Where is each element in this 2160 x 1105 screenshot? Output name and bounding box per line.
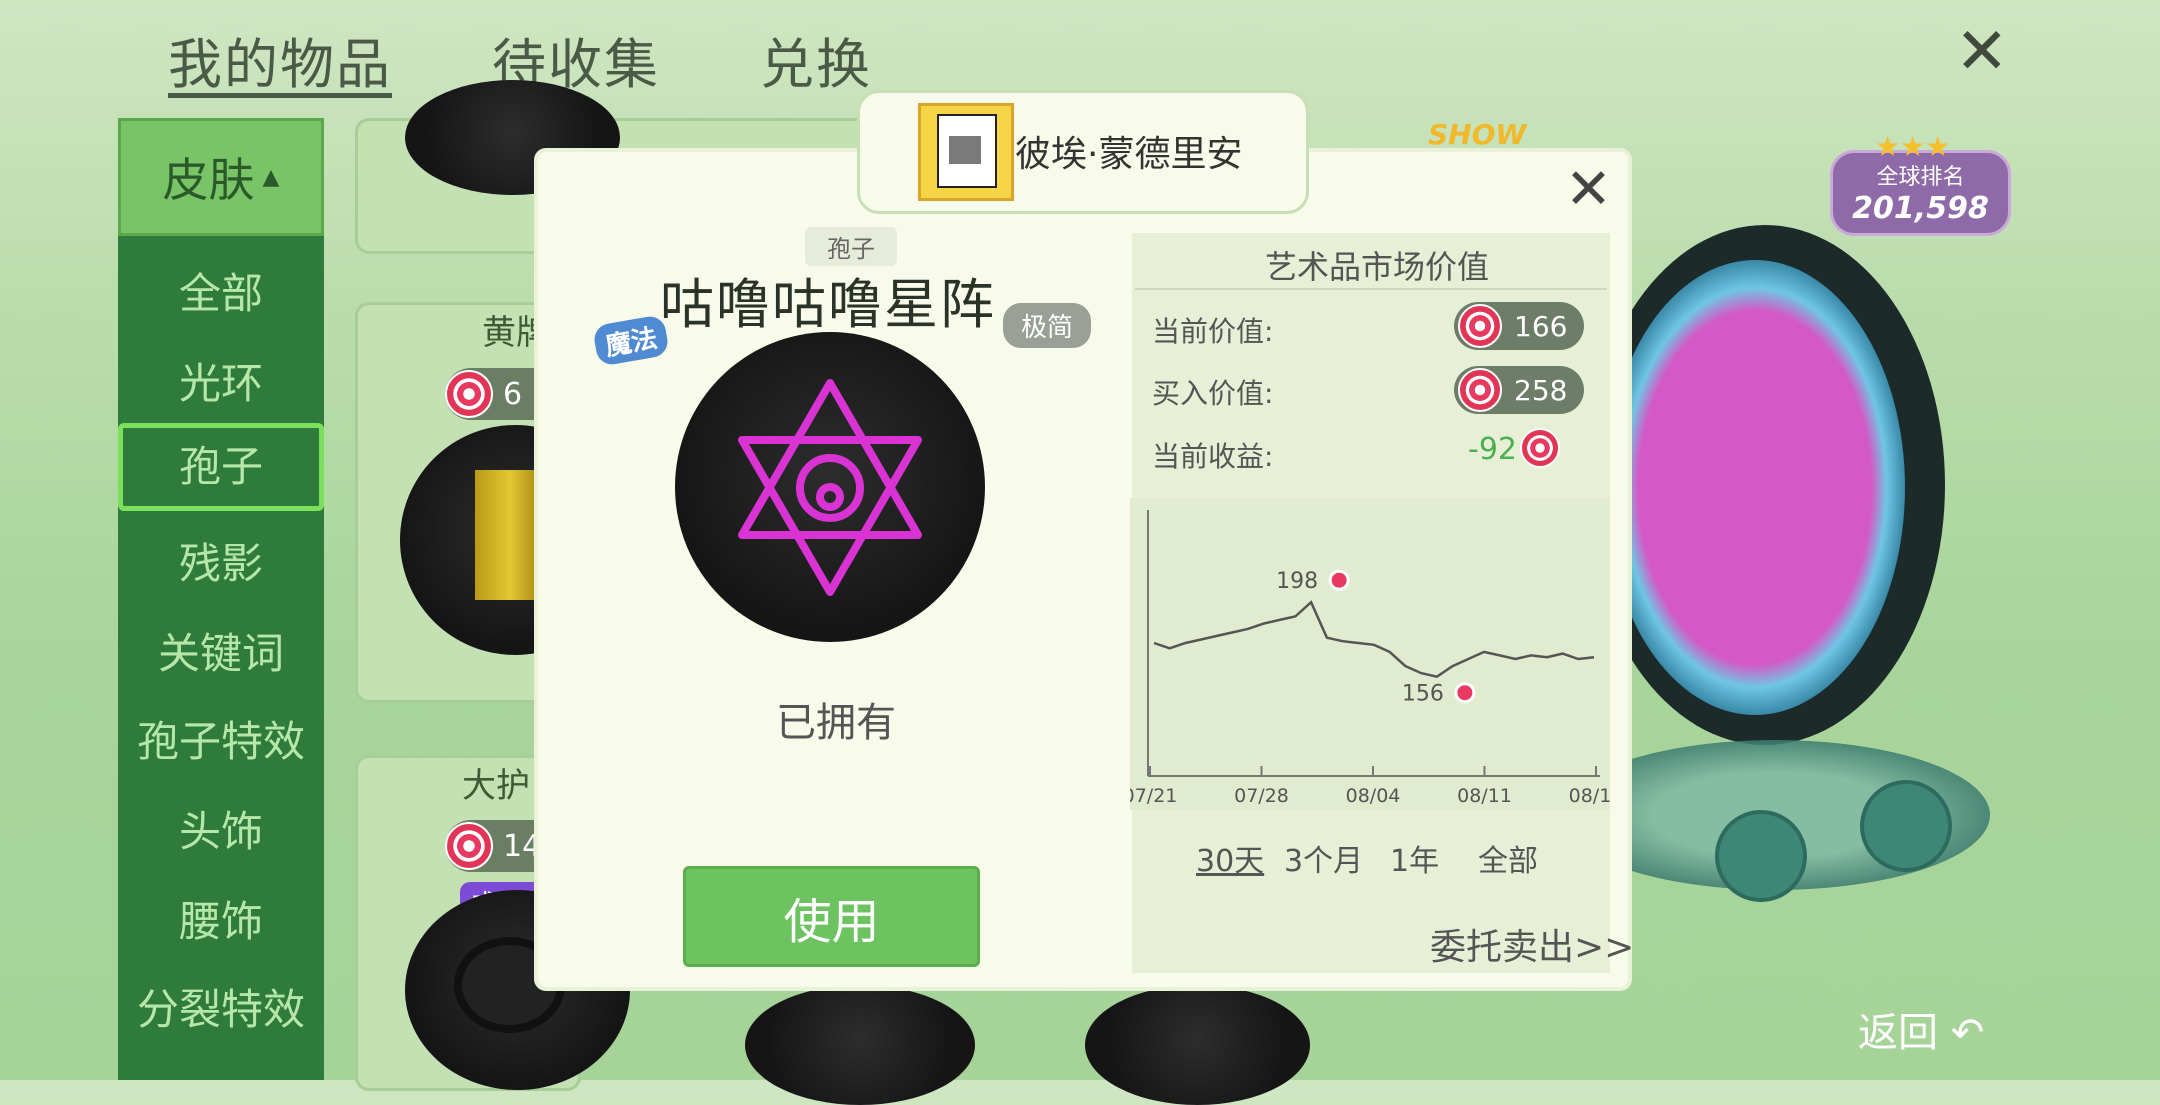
lock-icon[interactable] (1860, 780, 1952, 872)
profit-label: 当前收益: (1152, 440, 1274, 473)
sidebar-header-label: 皮肤 (162, 153, 255, 207)
tab-exchange[interactable]: 兑换 (760, 20, 872, 99)
chart-background (1130, 498, 1610, 810)
profit-value: -92 (1468, 432, 1517, 467)
current-value-label: 当前价值: (1152, 315, 1274, 348)
candy-icon (1458, 368, 1502, 412)
caret-up-icon: ▲ (262, 164, 280, 190)
close-icon[interactable]: ✕ (1955, 20, 2009, 84)
market-title: 艺术品市场价值 (1265, 248, 1490, 286)
owned-status: 已拥有 (776, 700, 896, 746)
sidebar-item-headwear[interactable]: 头饰 (118, 798, 324, 859)
back-button[interactable]: 返回 ↶ (1858, 1000, 1984, 1058)
back-label: 返回 (1858, 1010, 1938, 1056)
lock-icon[interactable] (1715, 810, 1807, 902)
buy-value: 258 (1514, 373, 1568, 407)
star-icon: ★★★ (1875, 130, 1951, 163)
x-tick-label: 08/04 (1346, 785, 1401, 807)
hexagram-icon (738, 379, 922, 596)
candy-icon (1328, 569, 1350, 591)
sidebar-item-split-effect[interactable]: 分裂特效 (118, 976, 324, 1037)
back-arrow-icon: ↶ (1950, 1010, 1985, 1056)
buy-value-pill: 258 (1454, 366, 1584, 414)
candy-icon (1454, 682, 1476, 704)
x-tick-label: 07/28 (1234, 785, 1289, 807)
sidebar-item-halo[interactable]: 光环 (118, 350, 324, 411)
portal-preview (1605, 260, 1905, 715)
candy-icon (445, 822, 493, 870)
divider (1135, 288, 1607, 290)
sidebar-item-afterimage[interactable]: 残影 (118, 530, 324, 591)
item-disc (1085, 985, 1310, 1105)
sidebar-item-waist[interactable]: 腰饰 (118, 888, 324, 949)
item-price: 14 (503, 828, 542, 864)
rank-label: 全球排名 (1876, 165, 1965, 190)
current-value-pill: 166 (1454, 302, 1584, 350)
rank-value: 201,598 (1852, 191, 1989, 226)
data-label: 198 (1276, 569, 1318, 594)
show-badge: SHOW (1428, 118, 1527, 151)
candy-icon (445, 370, 493, 418)
owner-name: 彼埃·蒙德里安 (1015, 134, 1243, 175)
range-3m[interactable]: 3个月 (1284, 836, 1363, 880)
range-30d[interactable]: 30天 (1196, 836, 1264, 880)
data-label: 156 (1402, 682, 1444, 707)
tab-my-items[interactable]: 我的物品 (168, 20, 392, 99)
sidebar-header-skin[interactable]: 皮肤 ▲ (118, 118, 324, 236)
x-tick-label: 08/18 (1569, 785, 1610, 807)
price-chart: 07/21 07/28 08/04 08/11 08/18 198 156 (1130, 498, 1610, 810)
modal-close-icon[interactable]: ✕ (1565, 162, 1612, 218)
item-disc (745, 985, 975, 1105)
item-card-title: 大护 (462, 766, 530, 806)
sidebar-item-all[interactable]: 全部 (118, 260, 324, 321)
candy-icon (1520, 428, 1560, 468)
sidebar-item-keyword[interactable]: 关键词 (118, 620, 324, 681)
x-tick-label: 08/11 (1457, 785, 1512, 807)
sell-link[interactable]: 委托卖出>> (1430, 918, 1634, 970)
x-tick-label: 07/21 (1130, 785, 1177, 807)
range-1y[interactable]: 1年 (1390, 836, 1439, 880)
item-title: 咕噜咕噜星阵 (660, 273, 996, 336)
item-price: 6 (503, 376, 523, 412)
range-all[interactable]: 全部 (1478, 836, 1538, 880)
rarity-badge: 极简 (1003, 303, 1092, 348)
yellow-card-image (475, 470, 545, 600)
owner-namebar: 彼埃·蒙德里安 (857, 90, 1309, 214)
candy-icon (1458, 304, 1502, 348)
current-value: 166 (1514, 309, 1568, 343)
sidebar-item-spore[interactable]: 孢子 (118, 423, 324, 511)
buy-value-label: 买入价值: (1152, 377, 1274, 410)
avatar (918, 103, 1014, 201)
use-button[interactable]: 使用 (683, 866, 980, 967)
sidebar-item-spore-effect[interactable]: 孢子特效 (118, 708, 324, 769)
